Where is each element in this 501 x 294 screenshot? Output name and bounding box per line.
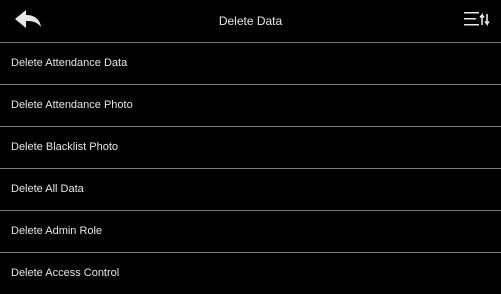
list-item-delete-admin-role[interactable]: Delete Admin Role — [0, 211, 501, 253]
sort-menu-button[interactable] — [457, 0, 497, 42]
list-item-label: Delete Blacklist Photo — [11, 141, 118, 153]
list-item-delete-attendance-photo[interactable]: Delete Attendance Photo — [0, 85, 501, 127]
list-item-label: Delete Attendance Data — [11, 57, 128, 69]
sort-menu-icon — [462, 9, 492, 34]
header-bar: Delete Data — [0, 0, 501, 43]
list-item-delete-access-control[interactable]: Delete Access Control — [0, 253, 501, 294]
list-item-label: Delete Admin Role — [11, 225, 103, 237]
page-title: Delete Data — [218, 14, 283, 28]
list-item-label: Delete Attendance Photo — [11, 99, 133, 111]
list-item-delete-all-data[interactable]: Delete All Data — [0, 169, 501, 211]
list-item-delete-attendance-data[interactable]: Delete Attendance Data — [0, 43, 501, 85]
list-item-label: Delete Access Control — [11, 267, 120, 279]
list-item-delete-blacklist-photo[interactable]: Delete Blacklist Photo — [0, 127, 501, 169]
menu-list: Delete Attendance Data Delete Attendance… — [0, 43, 501, 294]
list-item-label: Delete All Data — [11, 183, 84, 195]
